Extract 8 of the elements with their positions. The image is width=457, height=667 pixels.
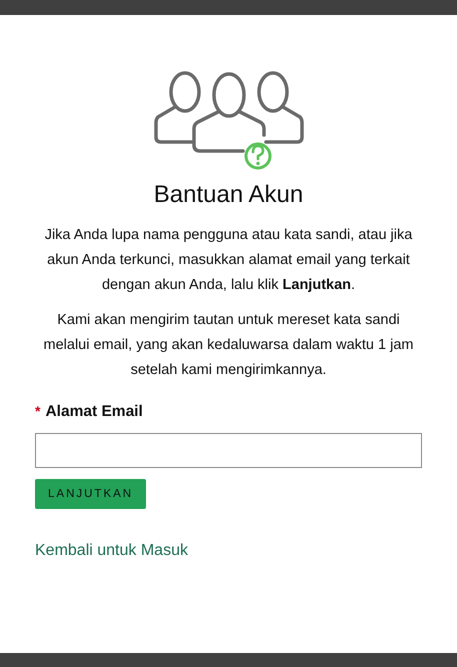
continue-button[interactable]: LANJUTKAN <box>35 479 146 509</box>
instruction-text: Jika Anda lupa nama pengguna atau kata sandi, atau jika akun Anda terkunci, masukkan alamat email yang terkait dengan akun Anda, lalu klik Lanjutkan. <box>44 226 414 295</box>
back-to-login-link[interactable]: Kembali untuk Masuk <box>35 542 188 560</box>
field-label: Alamat Email <box>45 403 143 421</box>
required-mark: * <box>35 403 40 419</box>
email-field[interactable] <box>35 433 422 468</box>
instruction-text: Kami akan mengirim tautan untuk mereset kata sandi melalui email, yang akan kedaluwarsa dalam waktu 1 jam setelah kami mengirimkannya. <box>42 311 414 380</box>
page-title: Bantuan Akun <box>152 181 304 209</box>
